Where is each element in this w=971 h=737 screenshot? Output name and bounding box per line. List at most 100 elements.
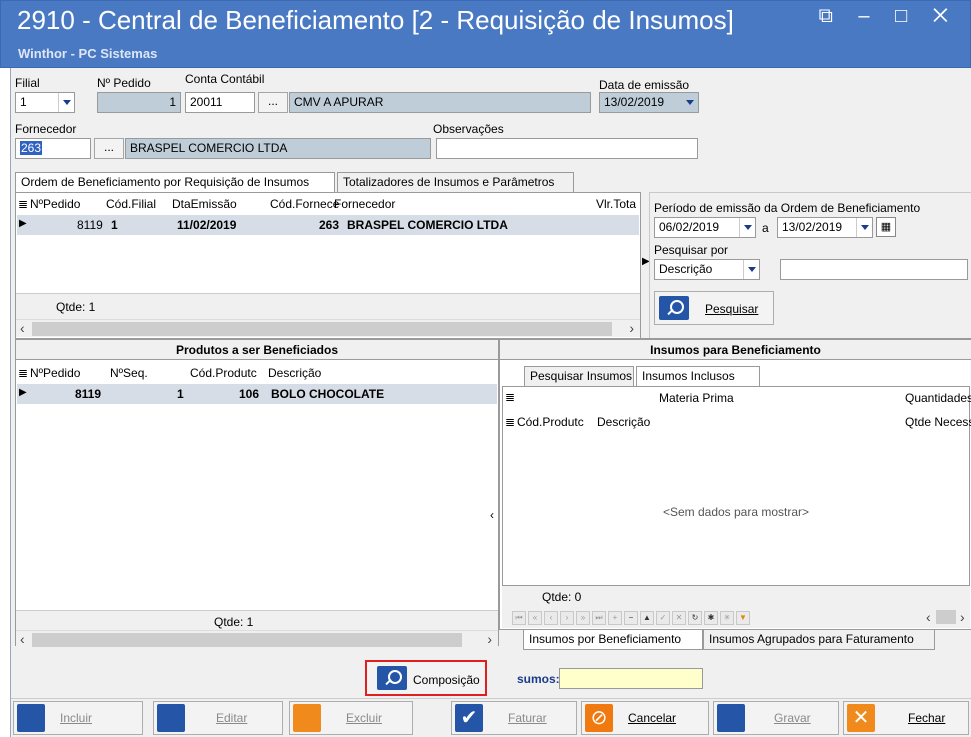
scroll-thumb[interactable] — [936, 610, 956, 624]
column-header[interactable]: Descrição — [268, 366, 321, 380]
conta-code-field[interactable]: 20011 — [185, 92, 255, 113]
chevron-down-icon[interactable] — [743, 260, 759, 279]
column-header[interactable]: Cód.Produtc — [517, 415, 584, 429]
tab-insumos-inclusos[interactable]: Insumos Inclusos — [636, 366, 760, 386]
title-bar: 2910 - Central de Beneficiamento [2 - Re… — [0, 0, 971, 68]
insumos-panel: Insumos para Beneficiamento Pesquisar In… — [499, 338, 971, 630]
tab-ordem-beneficiamento[interactable]: Ordem de Beneficiamento por Requisição d… — [15, 172, 335, 192]
column-header[interactable]: NºPedido — [30, 366, 80, 380]
pesquisar-button[interactable]: Pesquisar — [654, 291, 774, 325]
last-record-icon[interactable]: ⏭ — [592, 611, 606, 625]
next-record-icon[interactable]: › — [560, 611, 574, 625]
next-page-icon[interactable]: » — [576, 611, 590, 625]
scroll-right-icon[interactable]: › — [629, 320, 634, 336]
table-row[interactable]: ▶ 8119 1 106 BOLO CHOCOLATE — [17, 384, 497, 404]
scroll-right-icon[interactable]: › — [487, 631, 492, 647]
close-icon: ✕ — [847, 704, 875, 732]
calendar-icon[interactable]: ▦ — [876, 217, 896, 237]
column-header[interactable]: Descrição — [597, 415, 650, 429]
tab-totalizadores[interactable]: Totalizadores de Insumos e Parâmetros — [337, 172, 574, 192]
edit-record-icon[interactable]: ▲ — [640, 611, 654, 625]
excluir-button[interactable]: Excluir — [289, 701, 413, 735]
tab-insumos-por-beneficiamento[interactable]: Insumos por Beneficiamento — [523, 630, 703, 650]
cell-npedido: 8119 — [77, 218, 103, 232]
fornecedor-ellipsis-button[interactable]: ... — [94, 138, 124, 159]
horizontal-scrollbar[interactable]: ‹ › — [16, 630, 498, 648]
insumos-panel-title: Insumos para Beneficiamento — [500, 340, 971, 360]
column-header[interactable]: Cód.Filial — [106, 197, 156, 211]
chevron-down-icon[interactable] — [682, 93, 698, 112]
column-header[interactable]: Fornecedor — [334, 197, 395, 211]
total-insumos-field — [559, 668, 703, 689]
tab-pesquisar-insumos[interactable]: Pesquisar Insumos — [524, 366, 634, 386]
scroll-left-icon[interactable]: ‹ — [926, 609, 931, 625]
orders-grid: ≣ NºPedido Cód.Filial DtaEmissão Cód.For… — [15, 192, 641, 340]
observacoes-field[interactable] — [436, 138, 698, 159]
pesquisar-button-label: Pesquisar — [705, 302, 759, 316]
data-emissao-field[interactable]: 13/02/2019 — [599, 92, 699, 113]
scroll-left-icon[interactable]: ‹ — [20, 320, 25, 336]
total-insumos-label: sumos: — [517, 672, 560, 686]
column-header[interactable]: NºPedido — [30, 197, 80, 211]
column-header[interactable]: Cód.Fornece — [270, 197, 339, 211]
chevron-down-icon[interactable] — [856, 218, 872, 237]
vertical-splitter[interactable]: ‹ — [489, 458, 499, 568]
cancelar-button[interactable]: ⊘ Cancelar — [581, 701, 709, 735]
cell-fornecedor: BRASPEL COMERCIO LTDA — [347, 218, 508, 232]
scroll-left-icon[interactable]: ‹ — [20, 631, 25, 647]
date-from-field[interactable]: 06/02/2019 — [654, 217, 756, 238]
filter-icon[interactable]: ▼ — [736, 611, 750, 625]
window-controls[interactable]: ⧉ – □ ✕ — [819, 5, 958, 28]
tab-insumos-agrupados[interactable]: Insumos Agrupados para Faturamento — [703, 630, 935, 650]
edit-icon — [157, 704, 185, 732]
collapse-left-icon[interactable]: ‹ — [490, 508, 494, 522]
add-record-icon[interactable]: + — [608, 611, 622, 625]
produtos-panel-title: Produtos a ser Beneficiados — [16, 340, 498, 360]
incluir-button[interactable]: Incluir — [13, 701, 143, 735]
gravar-button[interactable]: Gravar — [713, 701, 839, 735]
column-header[interactable]: NºSeq. — [110, 366, 148, 380]
fornecedor-code-field[interactable]: 263 — [15, 138, 91, 159]
filial-select[interactable]: 1 — [15, 92, 75, 113]
date-to-field[interactable]: 13/02/2019 — [777, 217, 873, 238]
editar-button-label: Editar — [216, 711, 248, 725]
table-row[interactable]: ▶ 8119 1 11/02/2019 263 BRASPEL COMERCIO… — [17, 215, 639, 235]
search-panel: Período de emissão da Ordem de Beneficia… — [649, 192, 971, 340]
horizontal-scrollbar[interactable]: ‹ › — [16, 319, 640, 337]
excluir-button-label: Excluir — [346, 711, 383, 725]
column-header[interactable]: DtaEmissão — [172, 197, 237, 211]
cell-cod-produto: 106 — [239, 387, 260, 401]
window-title: 2910 - Central de Beneficiamento [2 - Re… — [17, 5, 734, 35]
composicao-button[interactable]: Composição — [365, 660, 487, 696]
refresh-icon[interactable]: ↻ — [688, 611, 702, 625]
column-header[interactable]: Qtde Necessá — [905, 415, 971, 429]
cancelar-button-label: Cancelar — [628, 711, 677, 725]
goto-bookmark-icon[interactable]: ✳ — [720, 611, 734, 625]
first-record-icon[interactable]: ⏮ — [512, 611, 526, 625]
delete-record-icon[interactable]: − — [624, 611, 638, 625]
cell-filial: 1 — [111, 218, 118, 232]
chevron-down-icon[interactable] — [739, 218, 755, 237]
bookmark-icon[interactable]: ✱ — [704, 611, 718, 625]
pesquisar-por-select[interactable]: Descrição — [654, 259, 760, 280]
editar-button[interactable]: Editar — [153, 701, 283, 735]
cancel-record-icon[interactable]: ✕ — [672, 611, 686, 625]
fechar-button-label: Fechar — [908, 711, 946, 725]
scroll-thumb[interactable] — [32, 633, 462, 647]
scroll-thumb[interactable] — [32, 322, 612, 336]
column-header[interactable]: Vlr.Tota — [596, 197, 636, 211]
save-icon — [717, 704, 745, 732]
faturar-button[interactable]: ✔ Faturar — [451, 701, 577, 735]
search-input[interactable] — [780, 259, 968, 280]
list-icon: ≣ — [18, 197, 29, 211]
fechar-button[interactable]: ✕ Fechar — [843, 701, 969, 735]
chevron-down-icon[interactable] — [58, 93, 74, 112]
prev-record-icon[interactable]: ‹ — [544, 611, 558, 625]
cell-data: 11/02/2019 — [177, 218, 237, 232]
observacoes-label: Observações — [433, 122, 504, 136]
scroll-right-icon[interactable]: › — [960, 609, 965, 625]
conta-ellipsis-button[interactable]: ... — [258, 92, 288, 113]
post-record-icon[interactable]: ✓ — [656, 611, 670, 625]
prev-page-icon[interactable]: « — [528, 611, 542, 625]
column-header[interactable]: Cód.Produtc — [190, 366, 257, 380]
